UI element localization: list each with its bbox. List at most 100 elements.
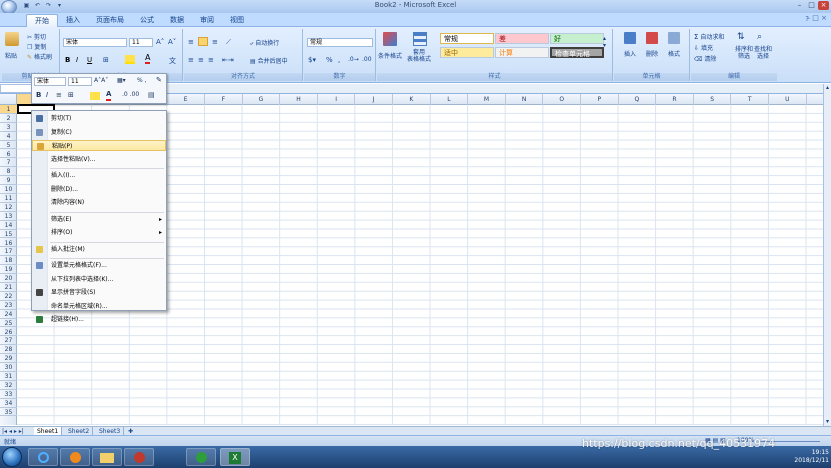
mini-decimal-icons[interactable]: .0 .00 [122, 91, 139, 98]
mini-bold-icon[interactable]: B [36, 91, 41, 99]
column-header[interactable]: I [318, 94, 356, 105]
tab-6[interactable]: 视图 [222, 14, 252, 27]
column-header[interactable]: T [731, 94, 769, 105]
align-center-icon[interactable]: ≡ [198, 56, 204, 64]
taskbar-media-player-icon[interactable] [60, 448, 90, 466]
currency-icon[interactable]: $▾ [308, 56, 316, 64]
insert-cells-icon[interactable] [624, 32, 636, 44]
clear-button[interactable]: ⌫ 清除 [694, 54, 716, 63]
font-name-combobox[interactable]: 宋体 [63, 38, 127, 47]
mini-align-center-icon[interactable]: ≡ [56, 91, 62, 99]
italic-button[interactable]: I [76, 56, 78, 64]
context-menu-item[interactable]: 排序(O) ▸ [32, 227, 166, 238]
row-header[interactable]: 24 [0, 310, 17, 319]
grow-font-icon[interactable]: A˄ [156, 38, 164, 46]
mini-font-name[interactable]: 宋体 [34, 77, 66, 86]
row-header[interactable]: 17 [0, 247, 17, 257]
mini-merge-icon[interactable]: ▤ [148, 91, 155, 99]
context-menu-item[interactable]: 设置单元格格式(F)... [32, 260, 166, 271]
row-header[interactable]: 8 [0, 167, 17, 177]
row-header[interactable]: 2 [0, 114, 17, 123]
column-header[interactable]: L [431, 94, 469, 105]
percent-button[interactable]: % [326, 56, 333, 64]
context-menu-item[interactable]: 命名单元格区域(R)... [32, 301, 166, 312]
row-header[interactable]: 23 [0, 301, 17, 310]
row-header[interactable]: 19 [0, 265, 17, 275]
context-menu-item[interactable]: 清除内容(N) [32, 197, 166, 208]
row-header[interactable]: 35 [0, 408, 17, 417]
sort-filter-button[interactable]: 排序和 筛选 [735, 46, 753, 60]
table-format-icon[interactable] [413, 32, 427, 46]
decrease-decimal-icon[interactable]: .00 [362, 56, 372, 63]
shrink-font-icon[interactable]: A˅ [168, 38, 176, 46]
column-header[interactable]: U [769, 94, 807, 105]
row-header[interactable]: 7 [0, 158, 17, 168]
conditional-format-icon[interactable] [383, 32, 397, 46]
row-header[interactable]: 30 [0, 363, 17, 372]
context-menu-item[interactable]: 复制(C) [32, 127, 166, 138]
taskbar-app-icon[interactable] [124, 448, 154, 466]
row-header[interactable]: 21 [0, 283, 17, 292]
row-header[interactable]: 26 [0, 328, 17, 337]
taskbar-excel-icon[interactable]: X [220, 448, 250, 466]
mini-font-size[interactable]: 11 [68, 77, 92, 86]
row-header[interactable]: 18 [0, 256, 17, 266]
select-all-corner[interactable] [0, 94, 17, 105]
cell-style-4[interactable]: 计算 [495, 47, 549, 58]
row-header[interactable]: 28 [0, 345, 17, 355]
row-header[interactable]: 6 [0, 150, 17, 159]
context-menu-item[interactable]: 插入批注(M) [32, 244, 166, 255]
context-menu-item[interactable]: 筛选(E) ▸ [32, 214, 166, 225]
tab-3[interactable]: 公式 [132, 14, 162, 27]
number-format-combobox[interactable]: 常规 [307, 38, 373, 47]
top-align-icon[interactable]: ≡ [188, 38, 194, 46]
start-button[interactable] [2, 447, 22, 467]
column-header[interactable]: P [581, 94, 619, 105]
row-header[interactable]: 25 [0, 319, 17, 328]
border-icon[interactable]: ⊞ [103, 56, 109, 64]
row-header[interactable]: 9 [0, 176, 17, 186]
row-header[interactable]: 27 [0, 336, 17, 346]
taskbar-ie-icon[interactable] [28, 448, 58, 466]
align-right-icon[interactable]: ≡ [208, 56, 214, 64]
comma-button[interactable]: , [338, 56, 340, 64]
row-header[interactable]: 10 [0, 185, 17, 194]
delete-cells-button[interactable]: 删除 [646, 49, 658, 58]
column-header[interactable]: O [543, 94, 581, 105]
row-header[interactable]: 15 [0, 230, 17, 239]
mini-percent-icon[interactable]: % , [137, 77, 147, 84]
tab-5[interactable]: 审阅 [192, 14, 222, 27]
sort-filter-icon[interactable]: ⇅ [737, 32, 745, 42]
align-left-icon[interactable]: ≡ [188, 56, 194, 64]
column-header[interactable]: S [694, 94, 732, 105]
cell-style-5[interactable]: 检查单元格 [550, 47, 604, 58]
redo-icon[interactable]: ↷ [44, 1, 53, 10]
increase-decimal-icon[interactable]: .0→ [348, 56, 359, 63]
cell-style-0[interactable]: 常规 [440, 33, 494, 44]
tab-1[interactable]: 插入 [58, 14, 88, 27]
scroll-down-icon[interactable]: ▾ [824, 418, 831, 425]
bottom-align-icon[interactable]: ≡ [212, 38, 218, 46]
context-menu-item[interactable]: 插入(I)... [32, 170, 166, 181]
format-cells-button[interactable]: 格式 [668, 49, 680, 58]
office-button[interactable] [1, 0, 17, 14]
column-header[interactable]: Q [619, 94, 657, 105]
save-icon[interactable]: ▣ [22, 1, 31, 10]
format-painter-button[interactable]: ✎ 格式刷 [27, 52, 52, 61]
format-as-table-button[interactable]: 套用 表格格式 [407, 49, 431, 63]
row-header[interactable]: 12 [0, 203, 17, 212]
row-header[interactable]: 34 [0, 399, 17, 408]
context-menu-item[interactable]: 粘贴(P) [32, 140, 166, 151]
cell-style-1[interactable]: 差 [495, 33, 549, 44]
row-header[interactable]: 1 [0, 105, 17, 114]
tab-0[interactable]: 开始 [26, 14, 58, 27]
column-header[interactable]: R [656, 94, 694, 105]
row-header[interactable]: 11 [0, 194, 17, 203]
context-menu-item[interactable]: 超链接(H)... [32, 314, 166, 325]
row-header[interactable]: 32 [0, 381, 17, 390]
column-header[interactable]: H [280, 94, 318, 105]
underline-button[interactable]: U [87, 56, 92, 64]
fill-button[interactable]: ⇩ 填充 [694, 43, 713, 52]
row-header[interactable]: 14 [0, 221, 17, 230]
orientation-icon[interactable]: ⟋ [226, 38, 231, 47]
